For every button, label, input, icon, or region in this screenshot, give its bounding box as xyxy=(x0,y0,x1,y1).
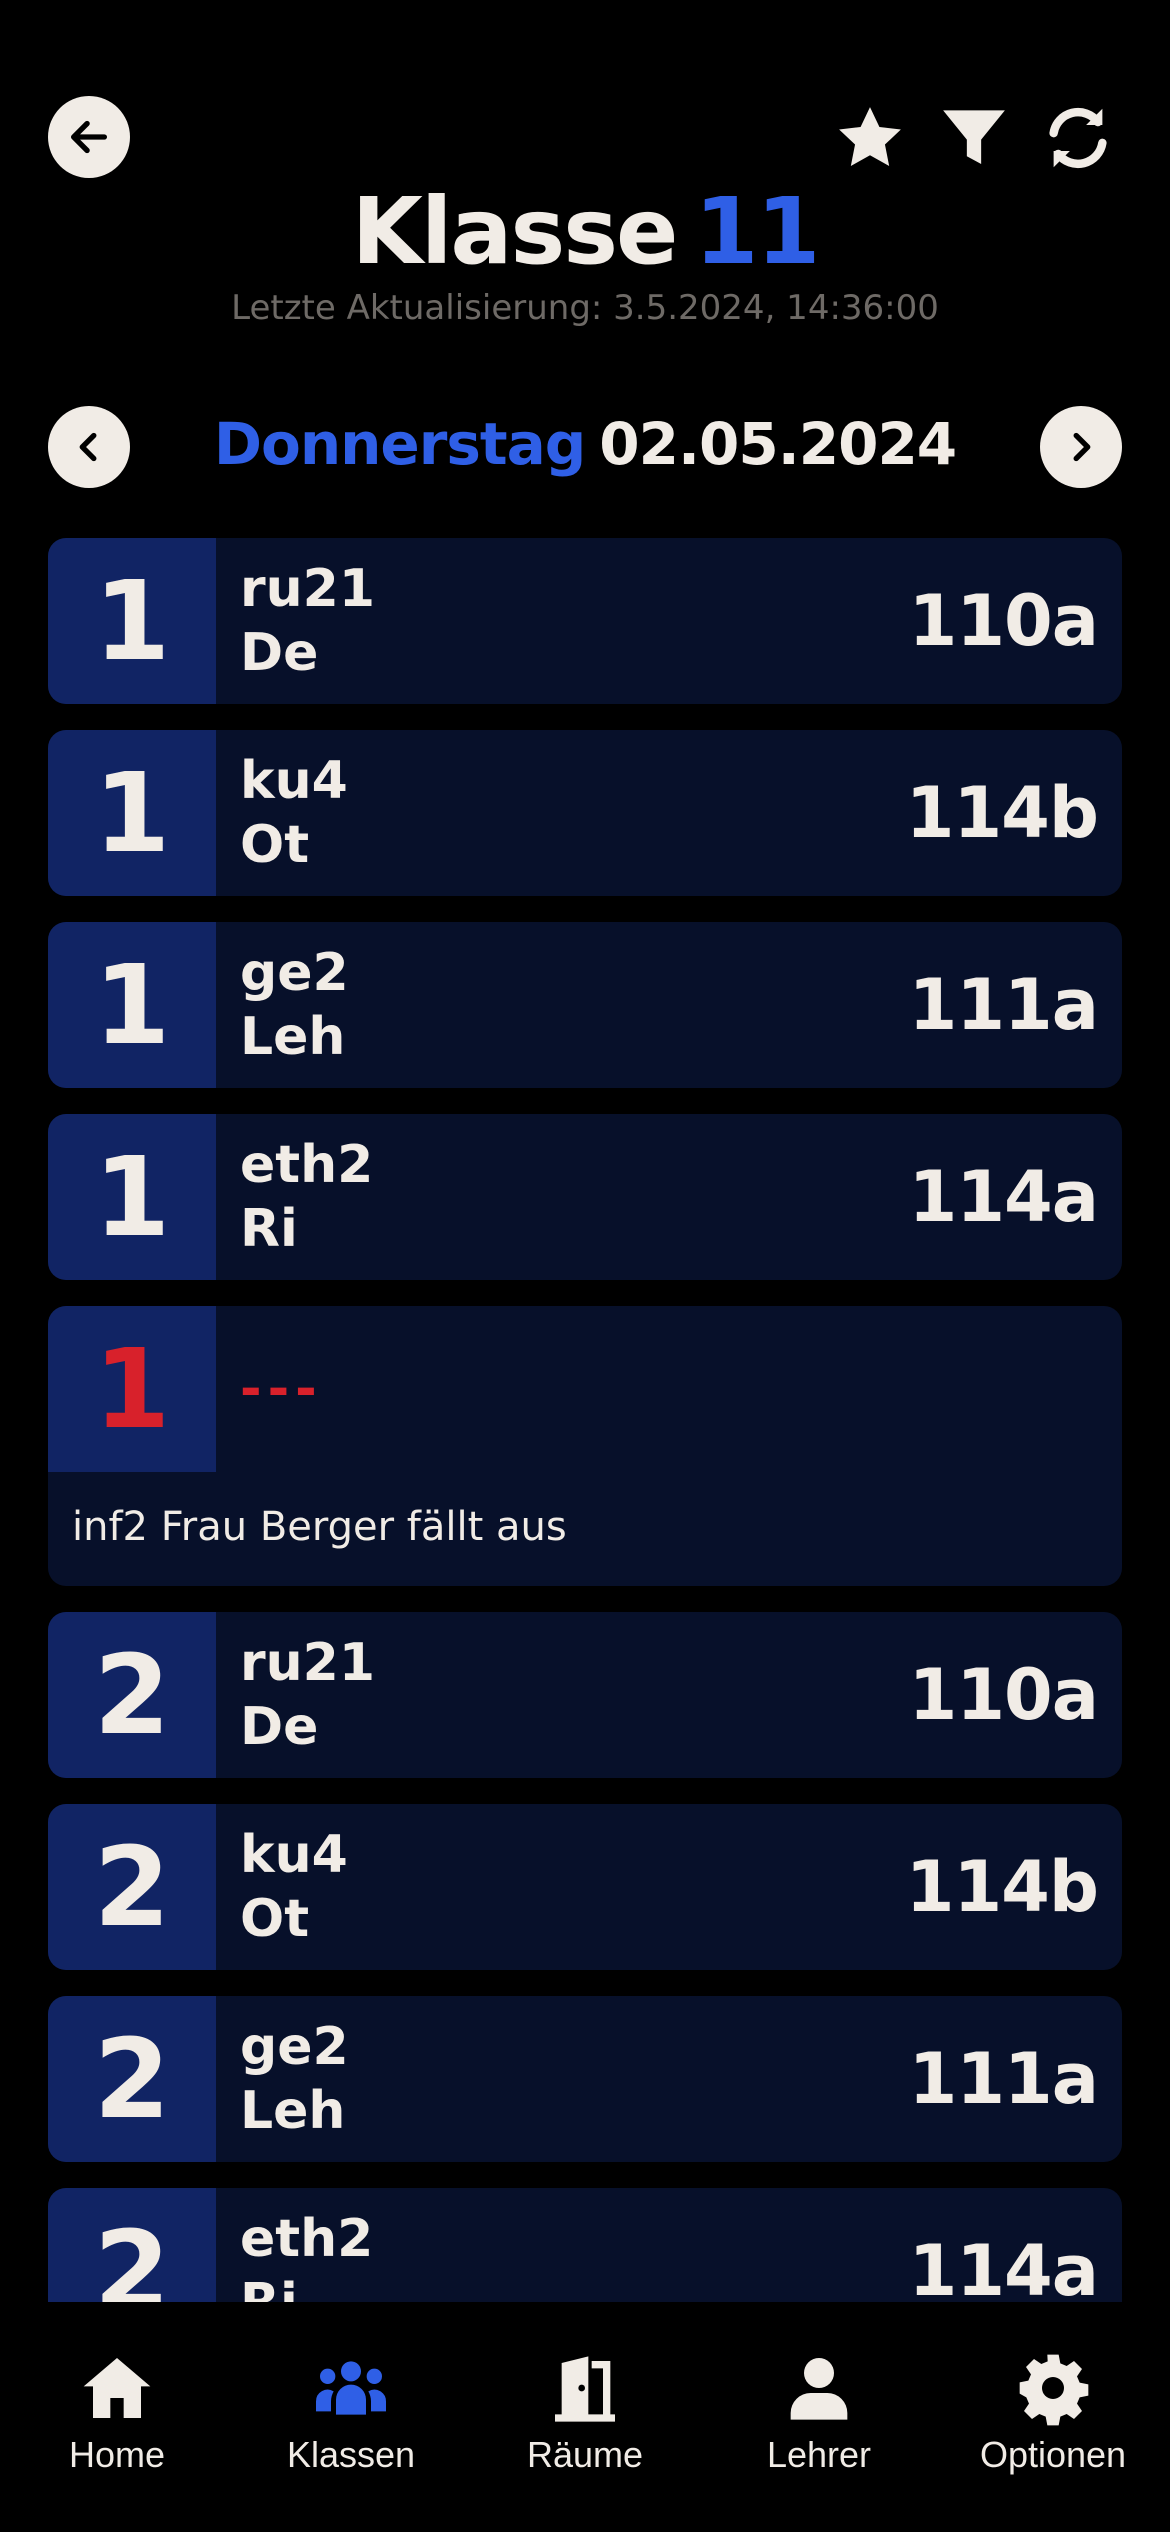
teacher-label: Ri xyxy=(240,2271,909,2302)
lesson-card[interactable]: 1 ge2 Leh 111a xyxy=(48,922,1122,1088)
back-button[interactable] xyxy=(48,96,130,178)
room-label: 111a xyxy=(908,2038,1099,2120)
refresh-icon xyxy=(1049,107,1107,169)
subject-label: eth2 xyxy=(240,2209,374,2269)
lesson-card[interactable]: 2 ku4 Ot 114b xyxy=(48,1804,1122,1970)
nav-klassen[interactable]: Klassen xyxy=(246,2348,456,2476)
teacher-label: Leh xyxy=(240,1007,346,1067)
group-icon xyxy=(316,2361,386,2415)
last-update-text: Letzte Aktualisierung: 3.5.2024, 14:36:0… xyxy=(231,288,939,328)
timetable-list[interactable]: 1 ru21 De 110a 1 ku4 Ot 114b 1 ge2 Leh 1… xyxy=(48,538,1122,2302)
cancellation-note: inf2 Frau Berger fällt aus xyxy=(72,1504,567,1550)
period-number: 1 xyxy=(48,922,216,1088)
lesson-card[interactable]: 2 eth2 Ri 114a xyxy=(48,2188,1122,2302)
lesson-card[interactable]: 1 eth2 Ri 114a xyxy=(48,1114,1122,1280)
period-number: 1 xyxy=(48,538,216,704)
teacher-label: Ri xyxy=(240,1199,298,1259)
next-day-button[interactable] xyxy=(1040,406,1122,488)
nav-raeume-label: Räume xyxy=(526,2434,644,2475)
period-number: 1 xyxy=(48,1306,216,1472)
subject-label: eth2 xyxy=(240,1135,374,1195)
class-number: 11 xyxy=(694,178,820,285)
person-icon xyxy=(790,2358,848,2420)
teacher-label: Ot xyxy=(240,1889,310,1949)
favorite-button[interactable] xyxy=(830,98,910,178)
bottom-navigation: Home Klassen Räume Lehrer Optionen xyxy=(0,2302,1170,2532)
subject-label: ku4 xyxy=(240,751,348,811)
period-number: 2 xyxy=(48,2188,216,2302)
nav-optionen-label: Optionen xyxy=(979,2434,1127,2475)
teacher-label: De xyxy=(240,623,319,683)
room-label: 111a xyxy=(908,964,1099,1046)
nav-home-label: Home xyxy=(68,2434,166,2475)
lesson-card[interactable]: 1 ru21 De 110a xyxy=(48,538,1122,704)
teacher-label: Ot xyxy=(240,815,310,875)
lesson-card[interactable]: 1 ku4 Ot 114b xyxy=(48,730,1122,896)
star-icon xyxy=(839,107,901,166)
refresh-button[interactable] xyxy=(1038,98,1118,178)
teacher-label: De xyxy=(240,1697,319,1757)
page: Klasse 11 Letzte Aktualisierung: 3.5.2024… xyxy=(0,0,1170,2532)
gear-icon xyxy=(1019,2354,1089,2426)
nav-raeume[interactable]: Räume xyxy=(480,2348,690,2476)
subject-label: ru21 xyxy=(240,1633,376,1693)
teacher-label: Leh xyxy=(240,2081,346,2141)
chevron-right-icon xyxy=(1073,432,1091,462)
room-label: 114a xyxy=(908,1156,1099,1238)
room-label: 114a xyxy=(908,2230,1099,2302)
cancelled-lesson-card[interactable]: 1 --- inf2 Frau Berger fällt aus xyxy=(48,1306,1122,1586)
period-number: 2 xyxy=(48,1612,216,1778)
date-label: 02.05.2024 xyxy=(599,410,957,478)
lesson-card[interactable]: 2 ru21 De 110a xyxy=(48,1612,1122,1778)
room-label: 110a xyxy=(908,580,1099,662)
subject-label: ge2 xyxy=(240,943,349,1003)
page-title: Klasse 11 xyxy=(0,178,1170,285)
period-number: 2 xyxy=(48,1804,216,1970)
door-icon xyxy=(555,2356,615,2422)
room-label: 114b xyxy=(905,1846,1099,1928)
date-display: Donnerstag 02.05.2024 xyxy=(0,410,1170,478)
period-number: 2 xyxy=(48,1996,216,2162)
subject-label: ru21 xyxy=(240,559,376,619)
nav-home[interactable]: Home xyxy=(12,2348,222,2476)
nav-lehrer-label: Lehrer xyxy=(766,2434,872,2475)
filter-button[interactable] xyxy=(934,98,1014,178)
cancelled-placeholder: --- xyxy=(240,1359,323,1419)
room-label: 110a xyxy=(908,1654,1099,1736)
nav-optionen[interactable]: Optionen xyxy=(948,2348,1158,2476)
room-label: 114b xyxy=(905,772,1099,854)
lesson-card[interactable]: 2 ge2 Leh 111a xyxy=(48,1996,1122,2162)
period-number: 1 xyxy=(48,730,216,896)
home-icon xyxy=(83,2358,151,2418)
nav-lehrer[interactable]: Lehrer xyxy=(714,2348,924,2476)
arrow-left-icon xyxy=(70,120,108,154)
period-number: 1 xyxy=(48,1114,216,1280)
weekday-label: Donnerstag xyxy=(213,410,586,478)
subject-label: ge2 xyxy=(240,2017,349,2077)
filter-icon xyxy=(943,110,1005,164)
subject-label: ku4 xyxy=(240,1825,348,1885)
nav-klassen-label: Klassen xyxy=(286,2434,416,2475)
title-text: Klasse xyxy=(351,178,679,285)
